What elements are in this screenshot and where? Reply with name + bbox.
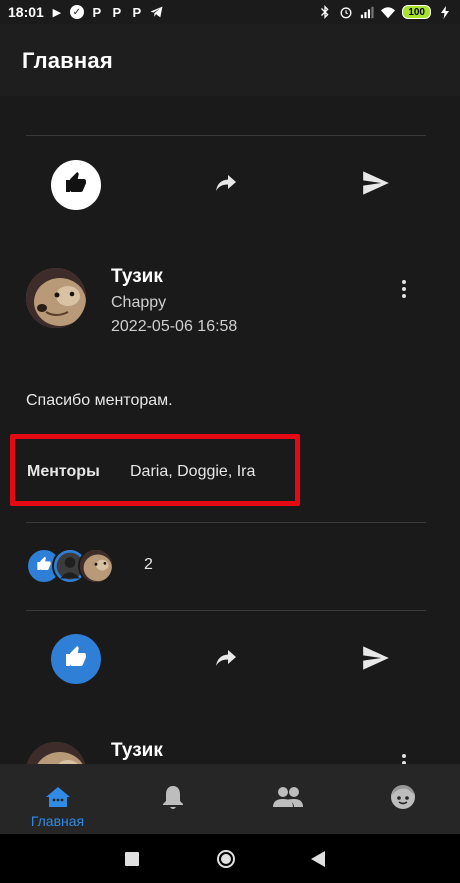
people-icon <box>272 784 303 810</box>
avatar[interactable] <box>26 742 86 764</box>
mentors-label: Менторы <box>27 463 100 480</box>
liker-avatar <box>78 548 114 584</box>
app-bar: Главная <box>0 24 460 96</box>
post-text: Спасибо менторам. <box>26 392 173 409</box>
circle-icon <box>216 849 236 874</box>
wifi-icon <box>381 5 396 19</box>
avatar[interactable] <box>26 268 86 328</box>
bell-icon <box>162 784 184 810</box>
share-arrow-icon <box>214 648 238 673</box>
feed[interactable]: Тузик Chappy 2022-05-06 16:58 Спасибо ме… <box>0 96 460 764</box>
divider <box>26 135 426 136</box>
share-button[interactable] <box>213 172 239 198</box>
author-name[interactable]: Тузик <box>111 740 163 762</box>
nav-notifications[interactable] <box>115 764 230 834</box>
nav-home-label: Главная <box>30 813 85 829</box>
send-icon <box>362 645 390 676</box>
system-navigation-bar <box>0 834 460 883</box>
like-button[interactable] <box>51 160 101 210</box>
likes-count: 2 <box>144 556 153 573</box>
post-actions <box>0 156 460 216</box>
alarm-icon <box>339 5 353 19</box>
post-header: Тузик Chappy 2022-05-06 16:58 <box>0 262 460 342</box>
more-options-button[interactable] <box>396 276 412 302</box>
kebab-dot <box>402 287 406 291</box>
more-options-button[interactable] <box>396 750 412 764</box>
kebab-dot <box>402 754 406 758</box>
nav-people[interactable] <box>230 764 345 834</box>
home-icon <box>45 784 71 810</box>
p-app-icon: P <box>92 4 102 20</box>
face-icon <box>390 784 416 810</box>
divider <box>26 522 426 523</box>
p-app-icon: P <box>132 4 142 20</box>
signal-icon <box>360 5 374 19</box>
recents-button[interactable] <box>122 851 142 871</box>
thumb-up-icon <box>64 645 88 674</box>
author-name[interactable]: Тузик <box>111 266 163 288</box>
like-button[interactable] <box>51 634 101 684</box>
p-app-icon: P <box>112 4 122 20</box>
home-button[interactable] <box>216 849 236 874</box>
back-button[interactable] <box>308 850 328 873</box>
check-circle-icon: ✓ <box>69 5 84 19</box>
send-button[interactable] <box>361 170 391 200</box>
divider <box>26 610 426 611</box>
bluetooth-icon <box>318 5 332 19</box>
kebab-dot <box>402 294 406 298</box>
send-button[interactable] <box>361 645 391 675</box>
kebab-dot <box>402 280 406 284</box>
post-header: Тузик <box>0 736 460 764</box>
likes-summary[interactable]: 2 <box>26 546 326 586</box>
post-timestamp: 2022-05-06 16:58 <box>111 318 238 335</box>
charging-icon <box>438 5 452 19</box>
thumb-up-icon <box>36 556 52 577</box>
nav-profile[interactable] <box>345 764 460 834</box>
triangle-back-icon <box>310 850 326 873</box>
battery-indicator: 100 <box>402 5 431 19</box>
post-actions <box>0 630 460 690</box>
play-icon: ▶ <box>52 6 62 19</box>
nav-home[interactable]: Главная <box>0 764 115 834</box>
share-button[interactable] <box>213 647 239 673</box>
telegram-icon <box>150 5 164 19</box>
page-title: Главная <box>22 48 113 73</box>
status-bar: 18:01 ▶ ✓ P P P 100 <box>0 0 460 24</box>
square-icon <box>125 851 139 871</box>
author-subtitle: Chappy <box>111 294 167 311</box>
thumb-up-icon <box>64 171 88 200</box>
status-time: 18:01 <box>8 4 44 20</box>
send-icon <box>362 170 390 201</box>
mentors-field: Менторы Daria, Doggie, Ira <box>10 434 300 506</box>
share-arrow-icon <box>214 173 238 198</box>
mentors-value: Daria, Doggie, Ira <box>130 463 256 480</box>
bottom-navigation: Главная <box>0 764 460 834</box>
